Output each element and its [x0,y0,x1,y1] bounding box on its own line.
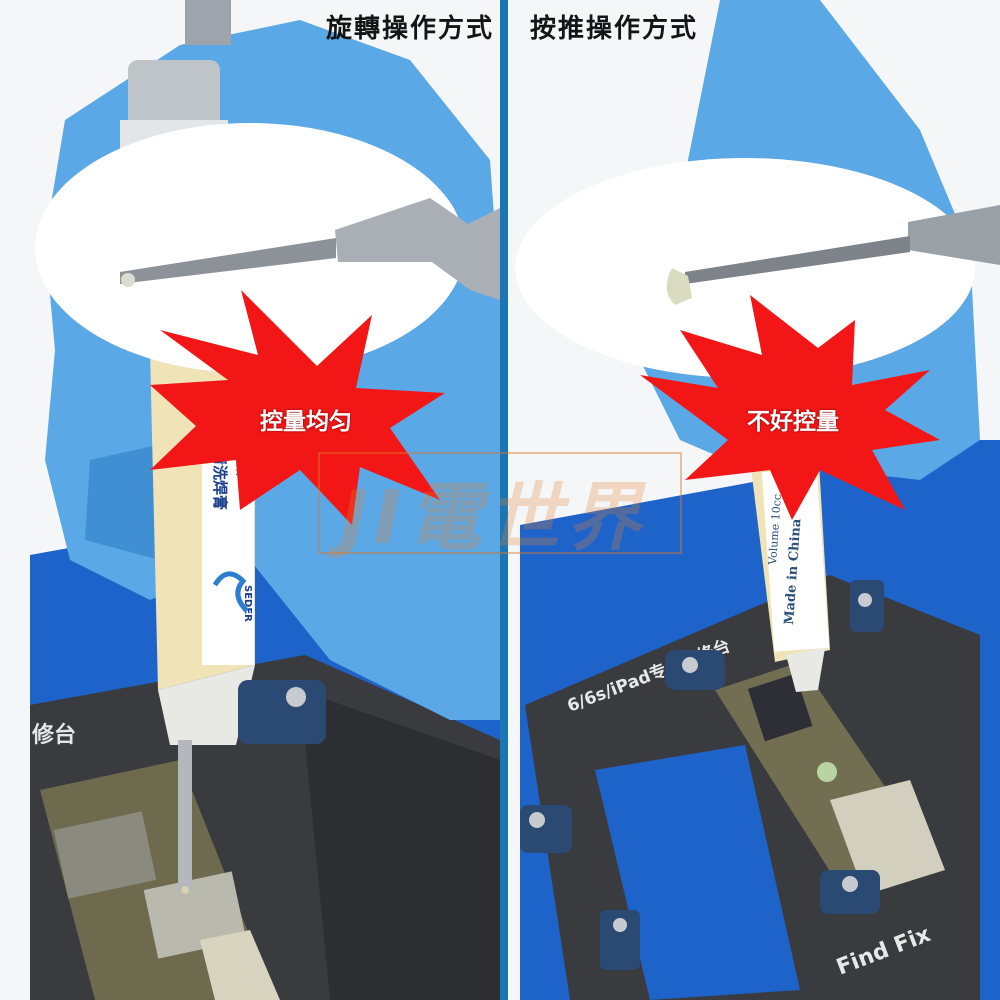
push-method-photo: 6/6s/iPad专用维修台 Find Fix Volume 10cc Made… [500,0,1000,1000]
rotary-method-photo: 修台 无铅免清洗焊膏 ADVANCED SMT SEDER [0,0,500,1000]
left-fixture-label: 修台 [31,722,76,748]
comparison-image: 修台 无铅免清洗焊膏 ADVANCED SMT SEDER [0,0,1000,1000]
push-method-panel: 6/6s/iPad专用维修台 Find Fix Volume 10cc Made… [500,0,1000,1000]
push-method-title: 按推操作方式 [530,14,699,44]
rotary-method-panel: 修台 无铅免清洗焊膏 ADVANCED SMT SEDER [0,0,500,1000]
rotary-method-title: 旋轉操作方式 [325,14,494,44]
hard-control-label: 不好控量 [747,409,839,435]
panel-divider [500,0,508,1000]
even-control-label: 控量均匀 [260,409,352,435]
